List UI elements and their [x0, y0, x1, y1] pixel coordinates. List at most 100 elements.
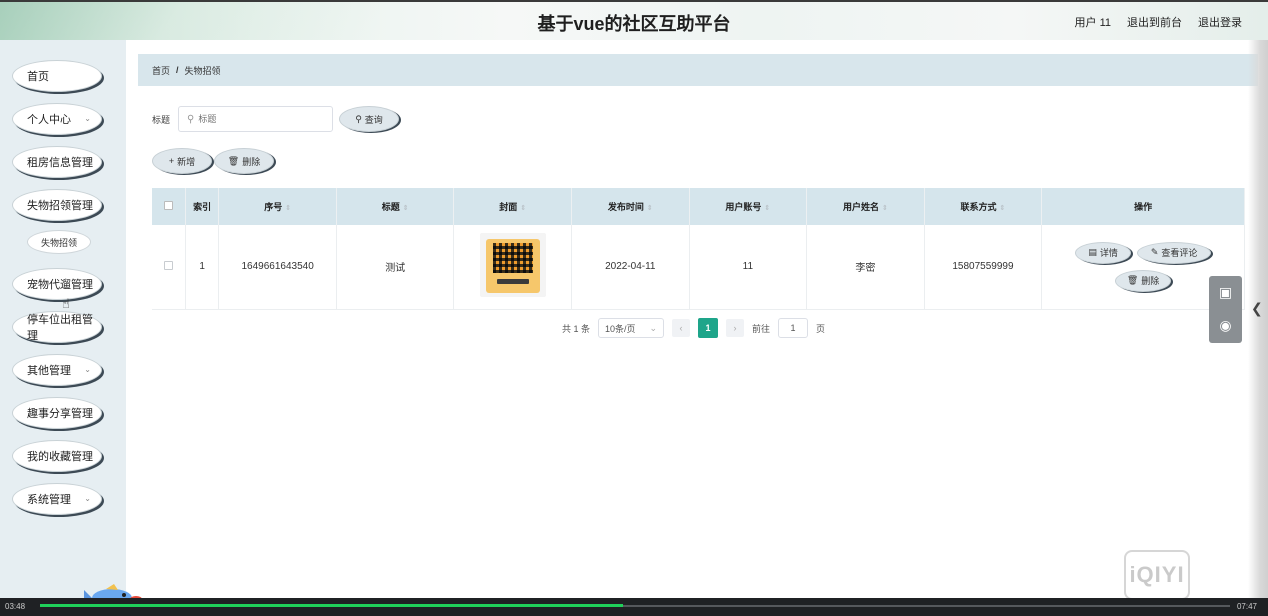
table-header-row: 索引 序号 ⇕ 标题 ⇕ 封面 ⇕ 发布时间 ⇕ 用户账号 ⇕ 用户姓名 ⇕ 联系方式 ⇕ 操… [152, 188, 1245, 225]
to-front-link[interactable]: 退出到前台 [1127, 14, 1182, 30]
col-account-label: 用户账号 [725, 202, 762, 212]
row-select-cell[interactable] [152, 225, 186, 310]
view-comments-label: 查看评论 [1161, 248, 1198, 259]
plus-icon: + [168, 156, 175, 166]
col-title[interactable]: 标题 ⇕ [336, 188, 455, 225]
logout-link[interactable]: 退出登录 [1198, 14, 1242, 30]
cell-name: 李密 [806, 225, 925, 310]
sidebar-item-rental[interactable]: 租房信息管理 [12, 146, 102, 178]
col-phone[interactable]: 联系方式 ⇕ [924, 188, 1043, 225]
col-serial[interactable]: 序号 ⇕ [218, 188, 337, 225]
video-progress-bar[interactable]: 03:48 07:47 [0, 598, 1268, 616]
user-label: 用户 11 [1074, 17, 1111, 29]
search-field[interactable]: ⚲ [178, 106, 334, 132]
cell-index: 1 [185, 225, 220, 310]
sidebar-item-lost-found[interactable]: 失物招领管理 [12, 189, 102, 221]
sidebar: 首页 个人中心 ⌄ 租房信息管理 失物招领管理 失物招领 宠物代遛管理 ☝ 停车… [0, 40, 126, 598]
col-account[interactable]: 用户账号 ⇕ [689, 188, 808, 225]
progress-played [40, 604, 623, 607]
row-delete-label: 删除 [1141, 276, 1160, 287]
pagination: 共 1 条 10条/页 ⌄ ‹ 1 › 前往 1 页 [562, 318, 825, 338]
col-serial-label: 序号 [264, 202, 283, 212]
chevron-down-icon: ⌄ [84, 114, 91, 123]
breadcrumb-home[interactable]: 首页 [152, 64, 170, 77]
page-number-current[interactable]: 1 [698, 318, 719, 338]
chevron-left-icon[interactable]: ❮ [1251, 300, 1263, 317]
trash-icon: 🗑 [227, 155, 240, 166]
delete-button-label: 删除 [242, 156, 261, 167]
row-delete-button[interactable]: 🗑 删除 [1115, 269, 1172, 292]
sidebar-item-label: 失物招领管理 [27, 200, 93, 212]
iqiyi-watermark: iQIYI [1124, 550, 1190, 600]
search-icon: ⚲ [355, 113, 362, 124]
sort-icon[interactable]: ⇕ [1000, 205, 1006, 212]
col-index: 索引 [185, 188, 220, 225]
table-row: 1 1649661643540 测试 2022-04-11 11 李密 1580… [152, 225, 1245, 310]
row-checkbox[interactable] [163, 260, 173, 270]
sort-icon[interactable]: ⇕ [764, 205, 770, 212]
sidebar-item-home[interactable]: 首页 [12, 60, 102, 92]
cell-publish-time: 2022-04-11 [571, 225, 690, 310]
view-comments-button[interactable]: ✎ 查看评论 [1137, 241, 1212, 264]
target-icon[interactable]: ◉ [1209, 309, 1242, 342]
hand-cursor-icon: ☝ [62, 296, 70, 311]
sort-icon[interactable]: ⇕ [520, 205, 526, 212]
cover-image[interactable] [479, 233, 546, 298]
select-all-cell[interactable] [152, 188, 186, 225]
qr-code-icon [492, 243, 533, 274]
lost-found-table: 索引 序号 ⇕ 标题 ⇕ 封面 ⇕ 发布时间 ⇕ 用户账号 ⇕ 用户姓名 ⇕ 联系方式 ⇕ 操… [152, 188, 1245, 310]
batch-delete-button[interactable]: 🗑 删除 [214, 148, 274, 174]
sort-icon[interactable]: ⇕ [285, 205, 291, 212]
trash-icon: 🗑 [1126, 275, 1139, 286]
sidebar-item-fun-share[interactable]: 趣事分享管理 [12, 397, 102, 429]
sidebar-subitem-lost-found[interactable]: 失物招领 [27, 230, 91, 254]
sidebar-item-profile[interactable]: 个人中心 ⌄ [12, 103, 102, 135]
goto-page-input[interactable]: 1 [778, 318, 809, 338]
breadcrumb-current: 失物招领 [184, 65, 221, 76]
add-button-label: 新增 [177, 156, 196, 167]
sidebar-item-favorites[interactable]: 我的收藏管理 [12, 440, 102, 472]
detail-button[interactable]: ▤ 详情 [1075, 241, 1132, 264]
breadcrumb: 首页 / 失物招领 [138, 54, 1258, 86]
edit-icon: ✎ [1150, 247, 1159, 258]
breadcrumb-separator: / [176, 65, 179, 75]
cell-title: 测试 [336, 225, 455, 310]
next-page-button[interactable]: › [726, 319, 745, 337]
page-size-select[interactable]: 10条/页 ⌄ [598, 318, 665, 338]
col-publish-time-label: 发布时间 [607, 202, 644, 212]
sidebar-item-other[interactable]: 其他管理 ⌄ [12, 354, 102, 386]
chevron-down-icon: ⌄ [84, 365, 91, 374]
search-input[interactable] [198, 114, 319, 124]
cell-account: 11 [689, 225, 808, 310]
chevron-left-icon: ‹ [679, 323, 683, 333]
query-button-label: 查询 [364, 114, 383, 125]
sidebar-item-label: 个人中心 [27, 114, 71, 126]
sidebar-item-pet-walking[interactable]: 宠物代遛管理 [12, 268, 102, 300]
side-panel-shade [1248, 40, 1268, 598]
search-bar: 标题 ⚲ ⚲ 查询 [152, 106, 400, 132]
cell-cover [453, 225, 573, 310]
sidebar-item-label: 租房信息管理 [27, 157, 93, 169]
col-cover[interactable]: 封面 ⇕ [453, 188, 573, 225]
query-button[interactable]: ⚲ 查询 [339, 106, 400, 132]
sidebar-item-parking[interactable]: 停车位出租管理 [12, 311, 102, 343]
cover-bar [496, 279, 529, 285]
add-button[interactable]: + 新增 [152, 148, 212, 174]
prev-page-button[interactable]: ‹ [672, 319, 691, 337]
header-bar: 基于vue的社区互助平台 用户 11 退出到前台 退出登录 [0, 0, 1268, 40]
col-publish-time[interactable]: 发布时间 ⇕ [571, 188, 690, 225]
search-icon: ⚲ [187, 113, 195, 125]
col-name[interactable]: 用户姓名 ⇕ [806, 188, 925, 225]
cell-phone: 15807559999 [924, 225, 1043, 310]
header-links: 用户 11 退出到前台 退出登录 [1075, 14, 1242, 30]
action-bar: + 新增 🗑 删除 [152, 148, 274, 174]
sort-icon[interactable]: ⇕ [647, 205, 653, 212]
camera-icon[interactable]: ▣ [1209, 276, 1242, 309]
select-all-checkbox[interactable] [163, 201, 173, 210]
page-size-value: 10条/页 [605, 323, 636, 334]
sidebar-item-system[interactable]: 系统管理 ⌄ [12, 483, 102, 515]
col-ops: 操作 [1041, 188, 1245, 225]
sidebar-item-label: 趣事分享管理 [27, 408, 93, 420]
sort-icon[interactable]: ⇕ [882, 205, 888, 212]
sort-icon[interactable]: ⇕ [403, 205, 409, 212]
